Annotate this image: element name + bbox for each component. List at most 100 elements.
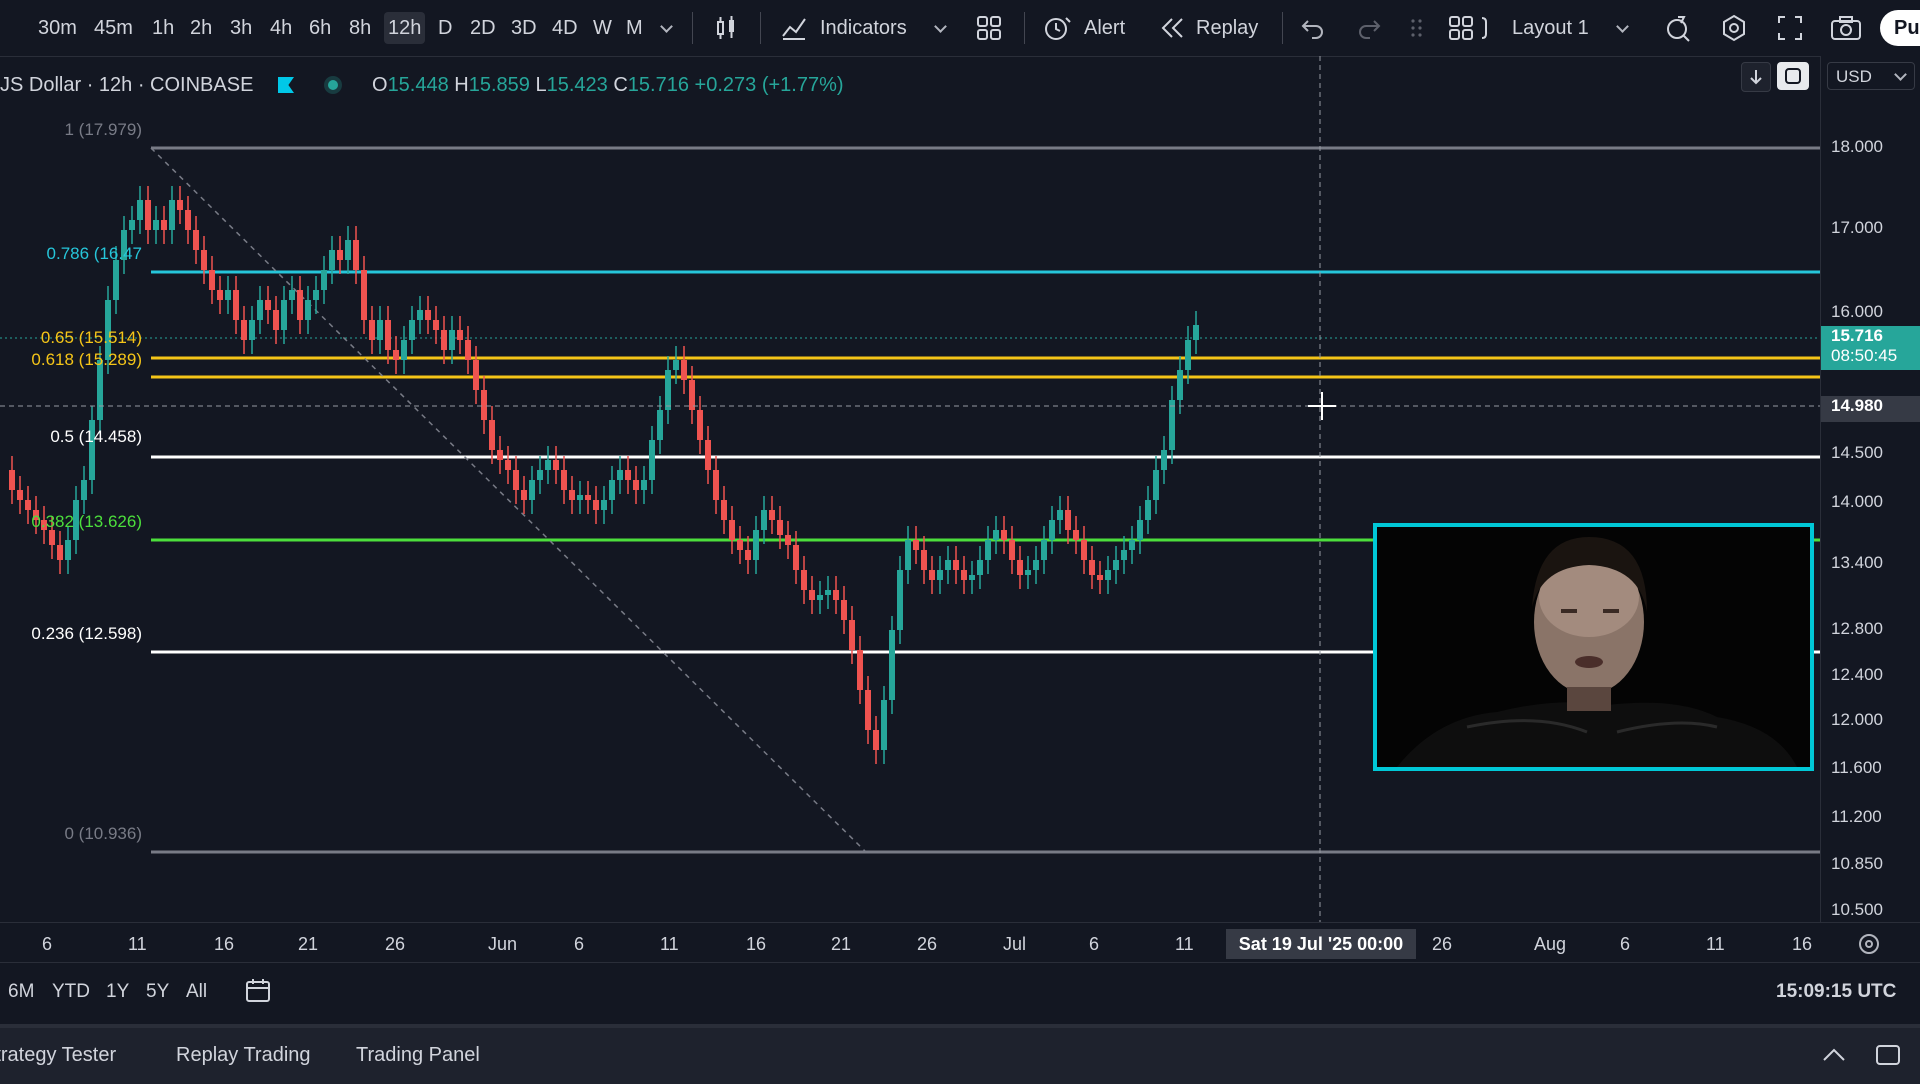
candle-body <box>505 460 511 470</box>
time-label: Jun <box>488 934 518 954</box>
alert-button[interactable]: Alert <box>1080 12 1129 44</box>
camera-snapshot-icon[interactable] <box>1830 14 1862 42</box>
time-axis[interactable]: 6 11 16 21 26 Jun 6 11 16 21 26 Jul 6 11 26 Aug 6 11 16 Sa… <box>0 922 1920 963</box>
candle-body <box>713 470 719 500</box>
interval-3d[interactable]: 3D <box>507 12 541 44</box>
interval-8h[interactable]: 8h <box>345 12 375 44</box>
candle-body <box>409 320 415 340</box>
interval-m[interactable]: M <box>622 12 647 44</box>
chevron-up-icon[interactable] <box>1820 1044 1848 1064</box>
candle-body <box>49 530 55 545</box>
interval-3h[interactable]: 3h <box>226 12 256 44</box>
toolbar-divider <box>692 12 693 44</box>
layout-dropdown-icon[interactable] <box>1614 12 1632 44</box>
range-ytd[interactable]: YTD <box>52 981 90 1003</box>
range-all[interactable]: All <box>186 981 207 1003</box>
candle-body <box>545 460 551 470</box>
toolbar-divider <box>1282 12 1283 44</box>
candle-body <box>785 535 791 545</box>
settings-gear-icon[interactable] <box>1720 14 1748 42</box>
candle-body <box>1009 540 1015 560</box>
time-label: Aug <box>1534 934 1567 954</box>
clock-utc[interactable]: 15:09:15 UTC <box>1776 981 1896 1003</box>
range-1y[interactable]: 1Y <box>106 981 129 1003</box>
interval-45m[interactable]: 45m <box>90 12 137 44</box>
axis-settings-gear-icon[interactable] <box>1856 931 1882 957</box>
interval-2h[interactable]: 2h <box>186 12 216 44</box>
high-value: 15.859 <box>468 74 530 96</box>
auto-scale-button[interactable] <box>1777 62 1809 90</box>
candle-body <box>457 330 463 340</box>
fib-label-1: 1 (17.979) <box>64 120 143 139</box>
candle-body <box>1001 530 1007 540</box>
tab-strategy-tester[interactable]: Strategy Tester <box>0 1044 116 1067</box>
symbol-title[interactable]: JS Dollar · 12h · COINBASE <box>0 74 253 97</box>
candle-body <box>1089 560 1095 575</box>
market-status-icon[interactable] <box>328 80 338 90</box>
quick-search-icon[interactable] <box>1664 14 1692 42</box>
candle-body <box>529 480 535 500</box>
scroll-to-realtime-button[interactable] <box>1741 62 1771 92</box>
tab-trading-panel[interactable]: Trading Panel <box>356 1044 480 1067</box>
alarm-clock-icon[interactable] <box>1042 14 1072 42</box>
candles-chart-type-icon[interactable] <box>712 14 740 42</box>
interval-d[interactable]: D <box>434 12 456 44</box>
fib-label-0618: 0.618 (15.289) <box>31 350 142 369</box>
interval-12h[interactable]: 12h <box>384 12 426 44</box>
candle-body <box>673 360 679 370</box>
interval-1h[interactable]: 1h <box>148 12 178 44</box>
candle-body <box>481 390 487 420</box>
interval-6h[interactable]: 6h <box>305 12 335 44</box>
candle-body <box>1081 540 1087 560</box>
drag-handle-icon[interactable] <box>1410 16 1424 40</box>
indicators-icon[interactable] <box>780 14 808 42</box>
candle-body <box>633 480 639 490</box>
price-chart[interactable] <box>0 56 1820 922</box>
candle-body <box>1193 325 1199 340</box>
indicators-dropdown-icon[interactable] <box>932 12 950 44</box>
candle-body <box>905 540 911 570</box>
candle-body <box>193 230 199 250</box>
price-scale[interactable]: USD 18.000 17.000 16.000 14.500 14.000 13.400… <box>1741 56 1920 923</box>
price-label: 12.400 <box>1831 665 1883 684</box>
interval-w[interactable]: W <box>589 12 616 44</box>
indicators-button[interactable]: Indicators <box>816 12 911 44</box>
replay-button[interactable]: Replay <box>1192 12 1262 44</box>
candle-body <box>465 340 471 360</box>
candle-body <box>921 550 927 570</box>
interval-4h[interactable]: 4h <box>266 12 296 44</box>
range-6m[interactable]: 6M <box>8 981 34 1003</box>
time-label: 6 <box>42 934 53 954</box>
intervals-dropdown-icon[interactable] <box>658 12 676 44</box>
layout-grid-icon[interactable] <box>1448 14 1490 42</box>
undo-icon[interactable] <box>1300 16 1326 40</box>
fullscreen-icon[interactable] <box>1776 14 1804 42</box>
candle-body <box>225 290 231 300</box>
interval-4d[interactable]: 4D <box>548 12 582 44</box>
tab-replay-trading[interactable]: Replay Trading <box>176 1044 311 1067</box>
publish-button[interactable]: Pu <box>1880 10 1920 46</box>
candle-body <box>241 320 247 340</box>
candle-body <box>337 250 343 260</box>
candle-body <box>177 200 183 210</box>
candle-body <box>305 300 311 320</box>
interval-30m[interactable]: 30m <box>34 12 81 44</box>
redo-icon[interactable] <box>1356 16 1382 40</box>
candle-body <box>185 210 191 230</box>
time-label: 11 <box>660 934 679 954</box>
candle-body <box>953 560 959 570</box>
range-5y[interactable]: 5Y <box>146 981 169 1003</box>
price-label: 12.000 <box>1831 710 1883 729</box>
interval-2d[interactable]: 2D <box>466 12 500 44</box>
replay-rewind-icon[interactable] <box>1160 16 1186 40</box>
indicator-templates-icon[interactable] <box>976 15 1002 41</box>
candle-body <box>585 495 591 500</box>
high-label: H <box>454 74 469 96</box>
currency-select[interactable]: USD <box>1827 62 1915 90</box>
candle-body <box>889 630 895 700</box>
fib-trend-line[interactable] <box>150 147 868 854</box>
maximize-panel-icon[interactable] <box>1874 1042 1902 1068</box>
layout-button[interactable]: Layout 1 <box>1508 12 1593 44</box>
fib-label-0: 0 (10.936) <box>64 824 143 843</box>
calendar-goto-icon[interactable] <box>244 977 274 1005</box>
